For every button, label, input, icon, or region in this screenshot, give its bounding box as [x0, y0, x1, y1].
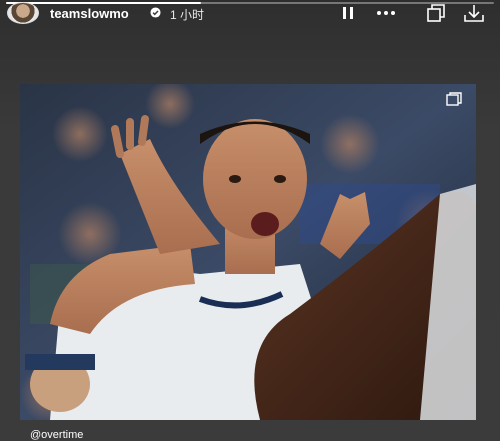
story-photo[interactable]: [20, 84, 476, 420]
verified-badge-icon: [150, 7, 161, 18]
more-icon[interactable]: [375, 3, 397, 23]
username[interactable]: teamslowmo: [50, 6, 129, 21]
basketball-player-photo: [20, 84, 476, 420]
avatar[interactable]: [7, 2, 39, 24]
copy-icon[interactable]: [425, 3, 447, 23]
post-time: 1 小时: [170, 8, 205, 22]
download-icon[interactable]: [463, 3, 485, 23]
mention-tag[interactable]: @overtime: [30, 429, 83, 441]
multiple-photos-icon: [446, 92, 462, 106]
story-header: teamslowmo 1 小时: [0, 0, 500, 28]
story-viewer: teamslowmo 1 小时 @overtime: [0, 0, 500, 441]
pause-icon[interactable]: [337, 3, 359, 23]
